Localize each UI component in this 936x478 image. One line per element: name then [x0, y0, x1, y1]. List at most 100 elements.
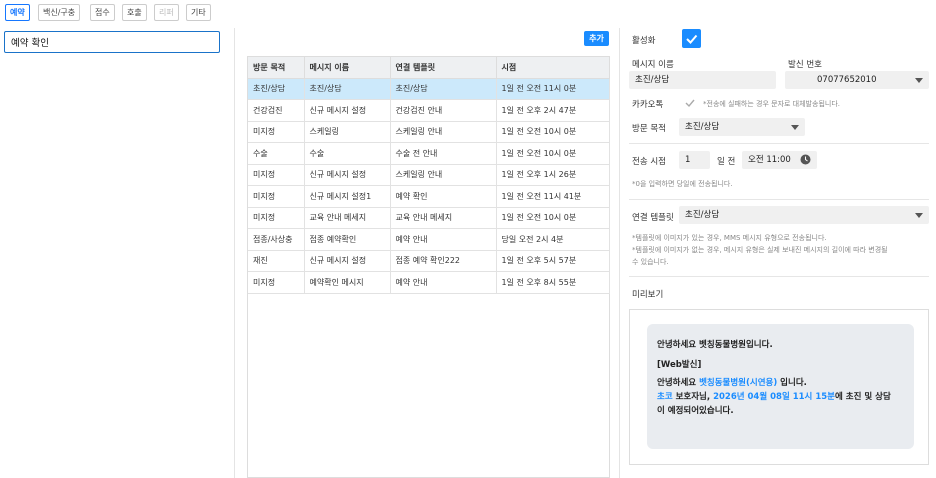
table-cell: 재진 — [248, 250, 305, 272]
sender-select-value: 07077652010 — [817, 75, 877, 85]
message-table: 방문 목적 메시지 이름 연결 템플릿 시점 초진/상담 초진/상담 초진/상담 1일… — [247, 56, 610, 478]
table-row[interactable]: 미지정 스케일링 스케일링 안내 1일 전 오전 10시 0분 — [248, 121, 610, 143]
table-cell: 접종 예약 확인222 — [390, 250, 497, 272]
sender-label: 발신 번호 — [788, 60, 822, 70]
appointment-date: 2026년 04월 08일 11시 15분 — [713, 392, 835, 402]
table-row[interactable]: 미지정 교육 안내 메세지 교육 안내 메세지 1일 전 오전 10시 0분 — [248, 207, 610, 229]
table-row[interactable]: 수술 수술 수술 전 안내 1일 전 오전 10시 0분 — [248, 142, 610, 165]
table-cell: 스케일링 안내 — [390, 164, 497, 186]
table-row[interactable]: 미지정 신규 메시지 설정1 예약 확인 1일 전 오전 11시 41분 — [248, 185, 610, 208]
table-cell: 스케일링 — [304, 121, 391, 143]
table-row[interactable]: 재진 신규 메시지 설정 접종 예약 확인222 1일 전 오후 5시 57분 — [248, 250, 610, 272]
column-header[interactable]: 시점 — [496, 57, 610, 79]
send-time-label: 전송 시점 — [632, 157, 666, 167]
table-row[interactable]: 미지정 예약확인 메시지 예약 안내 1일 전 오후 8시 55분 — [248, 271, 610, 294]
table-cell: 당일 오전 2시 4분 — [496, 228, 610, 251]
send-time-hint: *0을 입력하면 당일에 전송됩니다. — [632, 180, 733, 188]
template-label: 연결 템플릿 — [632, 213, 674, 223]
table-cell: 미지정 — [248, 121, 305, 143]
tab-reception[interactable]: 접수 — [90, 4, 115, 21]
tab-call[interactable]: 호출 — [122, 4, 147, 21]
table-cell: 1일 전 오전 11시 41분 — [496, 185, 610, 208]
sender-select[interactable]: 07077652010 — [785, 71, 929, 89]
table-cell: 예약 안내 — [390, 271, 497, 294]
preview-line: 이 예정되어있습니다. — [657, 406, 734, 416]
table-cell: 접종/사상충 — [248, 228, 305, 251]
template-hint-1: *템플릿에 이미지가 있는 경우, MMS 메시지 유형으로 전송됩니다. — [632, 234, 827, 242]
table-row[interactable]: 미지정 신규 메시지 설정 스케일링 안내 1일 전 오후 1시 26분 — [248, 164, 610, 186]
chevron-down-icon — [791, 125, 799, 130]
table-cell: 1일 전 오후 2시 47분 — [496, 99, 610, 122]
table-cell: 예약 안내 — [390, 228, 497, 251]
table-cell: 1일 전 오전 10시 0분 — [496, 121, 610, 143]
table-cell: 예약 확인 — [390, 185, 497, 208]
message-name-input[interactable]: 초진/상담 — [629, 71, 776, 89]
table-cell: 1일 전 오전 11시 0분 — [496, 78, 610, 100]
table-cell: 스케일링 안내 — [390, 121, 497, 143]
table-cell: 건강검진 — [248, 99, 305, 122]
message-list-item-selected[interactable]: 예약 확인 — [4, 31, 220, 53]
table-cell: 1일 전 오전 10시 0분 — [496, 142, 610, 165]
table-cell: 미지정 — [248, 207, 305, 229]
preview-line: 안녕하세요 벳칭동물병원입니다. — [657, 340, 773, 350]
table-cell: 수술 전 안내 — [390, 142, 497, 165]
active-checkbox[interactable] — [682, 29, 701, 48]
message-name-label: 메시지 이름 — [632, 60, 674, 70]
table-cell: 미지정 — [248, 164, 305, 186]
table-cell: 미지정 — [248, 271, 305, 294]
template-select[interactable]: 초진/상담 — [679, 206, 929, 224]
table-cell: 예약확인 메시지 — [304, 271, 391, 294]
section-divider — [629, 199, 929, 200]
purpose-label: 방문 목적 — [632, 124, 666, 134]
template-hint-2: *템플릿에 이미지가 없는 경우, 메시지 유형은 실제 보내진 메시지의 길이… — [632, 246, 888, 254]
table-cell: 건강검진 안내 — [390, 99, 497, 122]
pet-name: 초코 — [657, 392, 673, 402]
send-days-input[interactable]: 1 — [679, 151, 710, 169]
table-cell: 신규 메시지 설정1 — [304, 185, 391, 208]
table-cell: 1일 전 오후 8시 55분 — [496, 271, 610, 294]
template-hint-3: 수 있습니다. — [632, 258, 669, 266]
purpose-select[interactable]: 초진/상담 — [679, 118, 805, 136]
chevron-down-icon — [915, 213, 923, 218]
table-cell: 교육 안내 메세지 — [304, 207, 391, 229]
table-cell: 1일 전 오전 10시 0분 — [496, 207, 610, 229]
table-row[interactable]: 건강검진 신규 메시지 설정 건강검진 안내 1일 전 오후 2시 47분 — [248, 99, 610, 122]
kakao-label: 카카오톡 — [632, 100, 664, 110]
check-icon — [686, 34, 698, 44]
table-cell: 초진/상담 — [304, 78, 391, 100]
preview-label: 미리보기 — [632, 290, 664, 300]
column-header[interactable]: 메시지 이름 — [304, 57, 391, 79]
column-header[interactable]: 연결 템플릿 — [390, 57, 497, 79]
table-cell: 수술 — [248, 142, 305, 165]
tab-vaccine[interactable]: 백신/구충 — [38, 4, 81, 21]
table-cell: 신규 메시지 설정 — [304, 250, 391, 272]
table-cell: 1일 전 오후 5시 57분 — [496, 250, 610, 272]
send-time-unit: 일 전 — [717, 157, 736, 167]
chevron-down-icon — [915, 78, 923, 83]
table-cell: 수술 — [304, 142, 391, 165]
tab-refer[interactable]: 리퍼 — [154, 4, 179, 21]
kakao-hint: *전송에 실패하는 경우 문자로 대체발송됩니다. — [703, 100, 840, 108]
preview-bubble: 안녕하세요 벳칭동물병원입니다. [Web발신] 안녕하세요 벳칭동물병원(시연… — [647, 324, 914, 449]
column-header[interactable]: 방문 목적 — [248, 57, 305, 79]
clock-icon — [800, 154, 811, 165]
table-header-row: 방문 목적 메시지 이름 연결 템플릿 시점 — [248, 57, 610, 79]
preview-line: [Web발신] — [657, 360, 702, 370]
active-label: 활성화 — [632, 36, 656, 46]
table-row[interactable]: 초진/상담 초진/상담 초진/상담 1일 전 오전 11시 0분 — [248, 78, 610, 100]
tab-etc[interactable]: 기타 — [186, 4, 211, 21]
table-cell: 미지정 — [248, 185, 305, 208]
left-divider — [234, 28, 235, 478]
kakao-check-icon[interactable] — [683, 96, 697, 110]
add-button[interactable]: 추가 — [584, 31, 609, 46]
right-divider — [619, 28, 620, 478]
table-cell: 초진/상담 — [390, 78, 497, 100]
preview-line: 초코 보호자님, 2026년 04월 08일 11시 15분에 초진 및 상담 — [657, 392, 891, 402]
section-divider — [629, 143, 929, 144]
hospital-name: 벳칭동물병원(시연용) — [699, 378, 778, 388]
tab-reservation[interactable]: 예약 — [5, 4, 30, 21]
table-cell: 신규 메시지 설정 — [304, 99, 391, 122]
table-cell: 신규 메시지 설정 — [304, 164, 391, 186]
table-row[interactable]: 접종/사상충 접종 예약확인 예약 안내 당일 오전 2시 4분 — [248, 228, 610, 251]
table-cell: 초진/상담 — [248, 78, 305, 100]
